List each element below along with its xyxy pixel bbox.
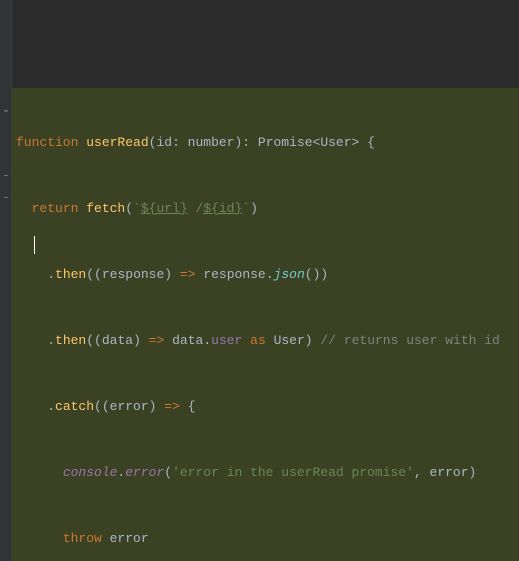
active-function-block: function userRead(id: number): Promise<U… [12, 88, 519, 561]
code-line[interactable]: .then((response) => response.json()) [16, 264, 519, 286]
editor-gutter: ⌄ – – [0, 0, 12, 561]
fold-end-icon: – [1, 171, 11, 183]
text-cursor [34, 236, 35, 254]
code-area[interactable]: function userRead(id: number): Promise<U… [12, 0, 519, 561]
fold-end-icon: – [1, 193, 11, 205]
code-line[interactable]: .then((data) => data.user as User) // re… [16, 330, 519, 352]
code-line[interactable]: throw error [16, 528, 519, 550]
code-line[interactable]: function userRead(id: number): Promise<U… [16, 132, 519, 154]
fold-chevron-icon[interactable]: ⌄ [1, 105, 11, 117]
code-line[interactable]: return fetch(`${url} /${id}`) [16, 198, 519, 220]
code-editor[interactable]: ⌄ – – function userRead(id: number): Pro… [0, 0, 519, 561]
code-line[interactable]: console.error('error in the userRead pro… [16, 462, 519, 484]
code-line[interactable]: .catch((error) => { [16, 396, 519, 418]
